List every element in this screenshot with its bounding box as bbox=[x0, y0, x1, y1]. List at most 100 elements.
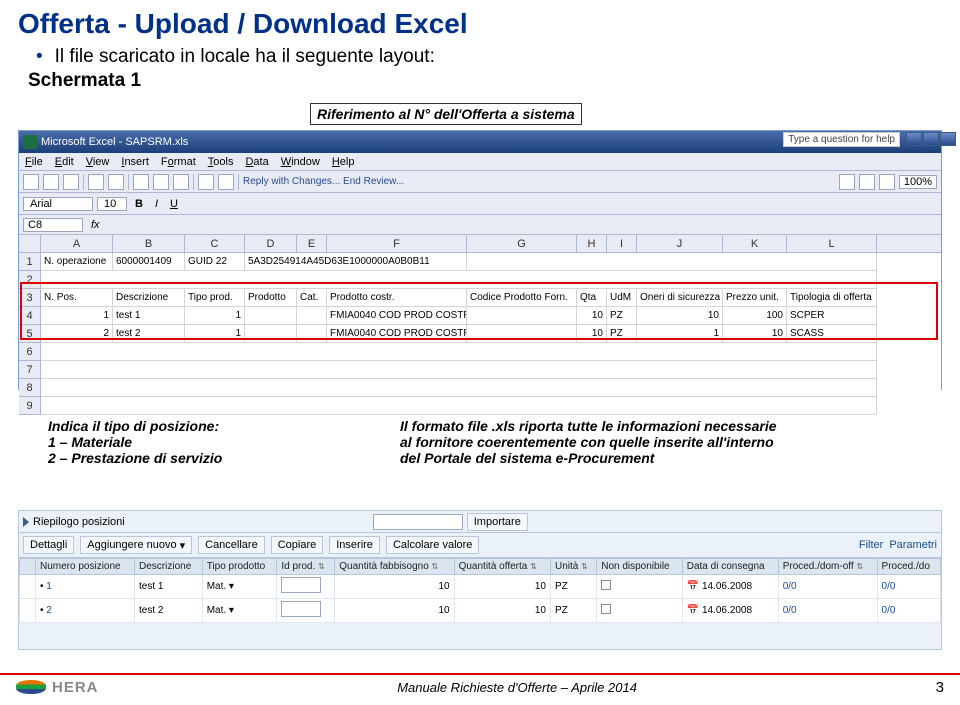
underline-icon[interactable]: U bbox=[166, 198, 182, 210]
row-4[interactable]: 4 bbox=[19, 307, 41, 325]
col-k[interactable]: K bbox=[723, 235, 787, 253]
th-qf[interactable]: Quantità fabbisogno ⇅ bbox=[335, 559, 454, 575]
lbl-qta[interactable]: Qta bbox=[577, 289, 607, 307]
col-b[interactable]: B bbox=[113, 235, 185, 253]
save-icon[interactable] bbox=[63, 174, 79, 190]
lbl-prodcostr[interactable]: Prodotto costr. bbox=[327, 289, 467, 307]
menu-view[interactable]: View bbox=[86, 156, 110, 168]
menu-file[interactable]: File bbox=[25, 156, 43, 168]
cut-icon[interactable] bbox=[133, 174, 149, 190]
r4-tip[interactable]: SCPER bbox=[787, 307, 877, 325]
paste-icon[interactable] bbox=[173, 174, 189, 190]
import-input[interactable] bbox=[373, 514, 463, 530]
td-proc2[interactable]: 0/0 bbox=[778, 599, 877, 623]
td-proc1[interactable]: 0/0 bbox=[778, 575, 877, 599]
undo-icon[interactable] bbox=[198, 174, 214, 190]
filter-link[interactable]: Filter bbox=[859, 539, 883, 551]
r4-udm[interactable]: PZ bbox=[607, 307, 637, 325]
row-7[interactable]: 7 bbox=[19, 361, 41, 379]
lbl-cat[interactable]: Cat. bbox=[297, 289, 327, 307]
r4-qta[interactable]: 10 bbox=[577, 307, 607, 325]
r4-prezzo[interactable]: 100 bbox=[723, 307, 787, 325]
table-row[interactable]: • 1 test 1 Mat. ▾ 10 10 PZ 📅 14.06.2008 … bbox=[20, 575, 941, 599]
import-button[interactable]: Importare bbox=[467, 513, 528, 531]
menu-data[interactable]: Data bbox=[245, 156, 268, 168]
td-tipo2[interactable]: Mat. ▾ bbox=[202, 599, 277, 623]
menu-format[interactable]: Format bbox=[161, 156, 196, 168]
help-input[interactable]: Type a question for help bbox=[783, 132, 900, 147]
th-data[interactable]: Data di consegna bbox=[682, 559, 778, 575]
th-qo[interactable]: Quantità offerta ⇅ bbox=[454, 559, 550, 575]
row-link-1[interactable]: 1 bbox=[46, 581, 52, 592]
r5-tipo[interactable]: 1 bbox=[185, 325, 245, 343]
th-nd[interactable]: Non disponibile bbox=[597, 559, 683, 575]
dettagli-button[interactable]: Dettagli bbox=[23, 536, 74, 554]
r5-pos[interactable]: 2 bbox=[41, 325, 113, 343]
th-proc2[interactable]: Proced./do bbox=[877, 559, 940, 575]
menu-insert[interactable]: Insert bbox=[121, 156, 149, 168]
font-select[interactable]: Arial bbox=[23, 197, 93, 211]
col-f[interactable]: F bbox=[327, 235, 467, 253]
lbl-prod[interactable]: Prodotto bbox=[245, 289, 297, 307]
sort-desc-icon[interactable] bbox=[859, 174, 875, 190]
cell-a1[interactable]: N. operazione bbox=[41, 253, 113, 271]
cell-c1[interactable]: GUID 22 bbox=[185, 253, 245, 271]
r4-prod[interactable]: FMIA0040 COD PROD COSTR 1 bbox=[327, 307, 467, 325]
col-a[interactable]: A bbox=[41, 235, 113, 253]
th-un[interactable]: Unità ⇅ bbox=[550, 559, 596, 575]
print-icon[interactable] bbox=[88, 174, 104, 190]
lbl-npos[interactable]: N. Pos. bbox=[41, 289, 113, 307]
fx-icon[interactable]: fx bbox=[83, 219, 108, 231]
r4-pos[interactable]: 1 bbox=[41, 307, 113, 325]
menu-edit[interactable]: Edit bbox=[55, 156, 74, 168]
checkbox-2[interactable] bbox=[601, 604, 611, 614]
preview-icon[interactable] bbox=[108, 174, 124, 190]
lbl-prezzo[interactable]: Prezzo unit. bbox=[723, 289, 787, 307]
checkbox-1[interactable] bbox=[601, 580, 611, 590]
cell-d1[interactable]: 5A3D254914A45D63E1000000A0B0B11 bbox=[245, 253, 467, 271]
th-proc[interactable]: Proced./dom-off ⇅ bbox=[778, 559, 877, 575]
col-c[interactable]: C bbox=[185, 235, 245, 253]
th-num[interactable]: Numero posizione bbox=[36, 559, 135, 575]
row-1[interactable]: 1 bbox=[19, 253, 41, 271]
r5-prezzo[interactable]: 10 bbox=[723, 325, 787, 343]
r5-oneri[interactable]: 1 bbox=[637, 325, 723, 343]
cell-b1[interactable]: 6000001409 bbox=[113, 253, 185, 271]
inserire-button[interactable]: Inserire bbox=[329, 536, 380, 554]
r4-oneri[interactable]: 10 bbox=[637, 307, 723, 325]
expand-icon[interactable] bbox=[23, 517, 29, 527]
col-d[interactable]: D bbox=[245, 235, 297, 253]
idprod-input-2[interactable] bbox=[281, 601, 321, 617]
col-i[interactable]: I bbox=[607, 235, 637, 253]
copiare-button[interactable]: Copiare bbox=[271, 536, 324, 554]
lbl-oneri[interactable]: Oneri di sicurezza bbox=[637, 289, 723, 307]
r4-desc[interactable]: test 1 bbox=[113, 307, 185, 325]
idprod-input-1[interactable] bbox=[281, 577, 321, 593]
menu-window[interactable]: Window bbox=[281, 156, 320, 168]
row-8[interactable]: 8 bbox=[19, 379, 41, 397]
td-data2[interactable]: 📅 14.06.2008 bbox=[682, 599, 778, 623]
excel-menu[interactable]: File Edit View Insert Format Tools Data … bbox=[19, 153, 941, 171]
calcolare-button[interactable]: Calcolare valore bbox=[386, 536, 479, 554]
lbl-desc[interactable]: Descrizione bbox=[113, 289, 185, 307]
r4-tipo[interactable]: 1 bbox=[185, 307, 245, 325]
redo-icon[interactable] bbox=[218, 174, 234, 190]
maximize-icon[interactable] bbox=[923, 132, 939, 146]
lbl-cpf[interactable]: Codice Prodotto Forn. bbox=[467, 289, 577, 307]
r5-tip[interactable]: SCASS bbox=[787, 325, 877, 343]
table-row[interactable]: • 2 test 2 Mat. ▾ 10 10 PZ 📅 14.06.2008 … bbox=[20, 599, 941, 623]
menu-tools[interactable]: Tools bbox=[208, 156, 234, 168]
row-5[interactable]: 5 bbox=[19, 325, 41, 343]
lbl-tipo[interactable]: Tipo prod. bbox=[185, 289, 245, 307]
td-tipo1[interactable]: Mat. ▾ bbox=[202, 575, 277, 599]
menu-help[interactable]: Help bbox=[332, 156, 355, 168]
row-link-2[interactable]: 2 bbox=[46, 605, 52, 616]
open-icon[interactable] bbox=[43, 174, 59, 190]
reply-changes[interactable]: Reply with Changes... End Review... bbox=[243, 176, 404, 187]
lbl-udm[interactable]: UdM bbox=[607, 289, 637, 307]
r5-desc[interactable]: test 2 bbox=[113, 325, 185, 343]
r5-prod[interactable]: FMIA0040 COD PROD COSTR 1 bbox=[327, 325, 467, 343]
col-e[interactable]: E bbox=[297, 235, 327, 253]
parametri-link[interactable]: Parametri bbox=[889, 539, 937, 551]
copy-icon[interactable] bbox=[153, 174, 169, 190]
